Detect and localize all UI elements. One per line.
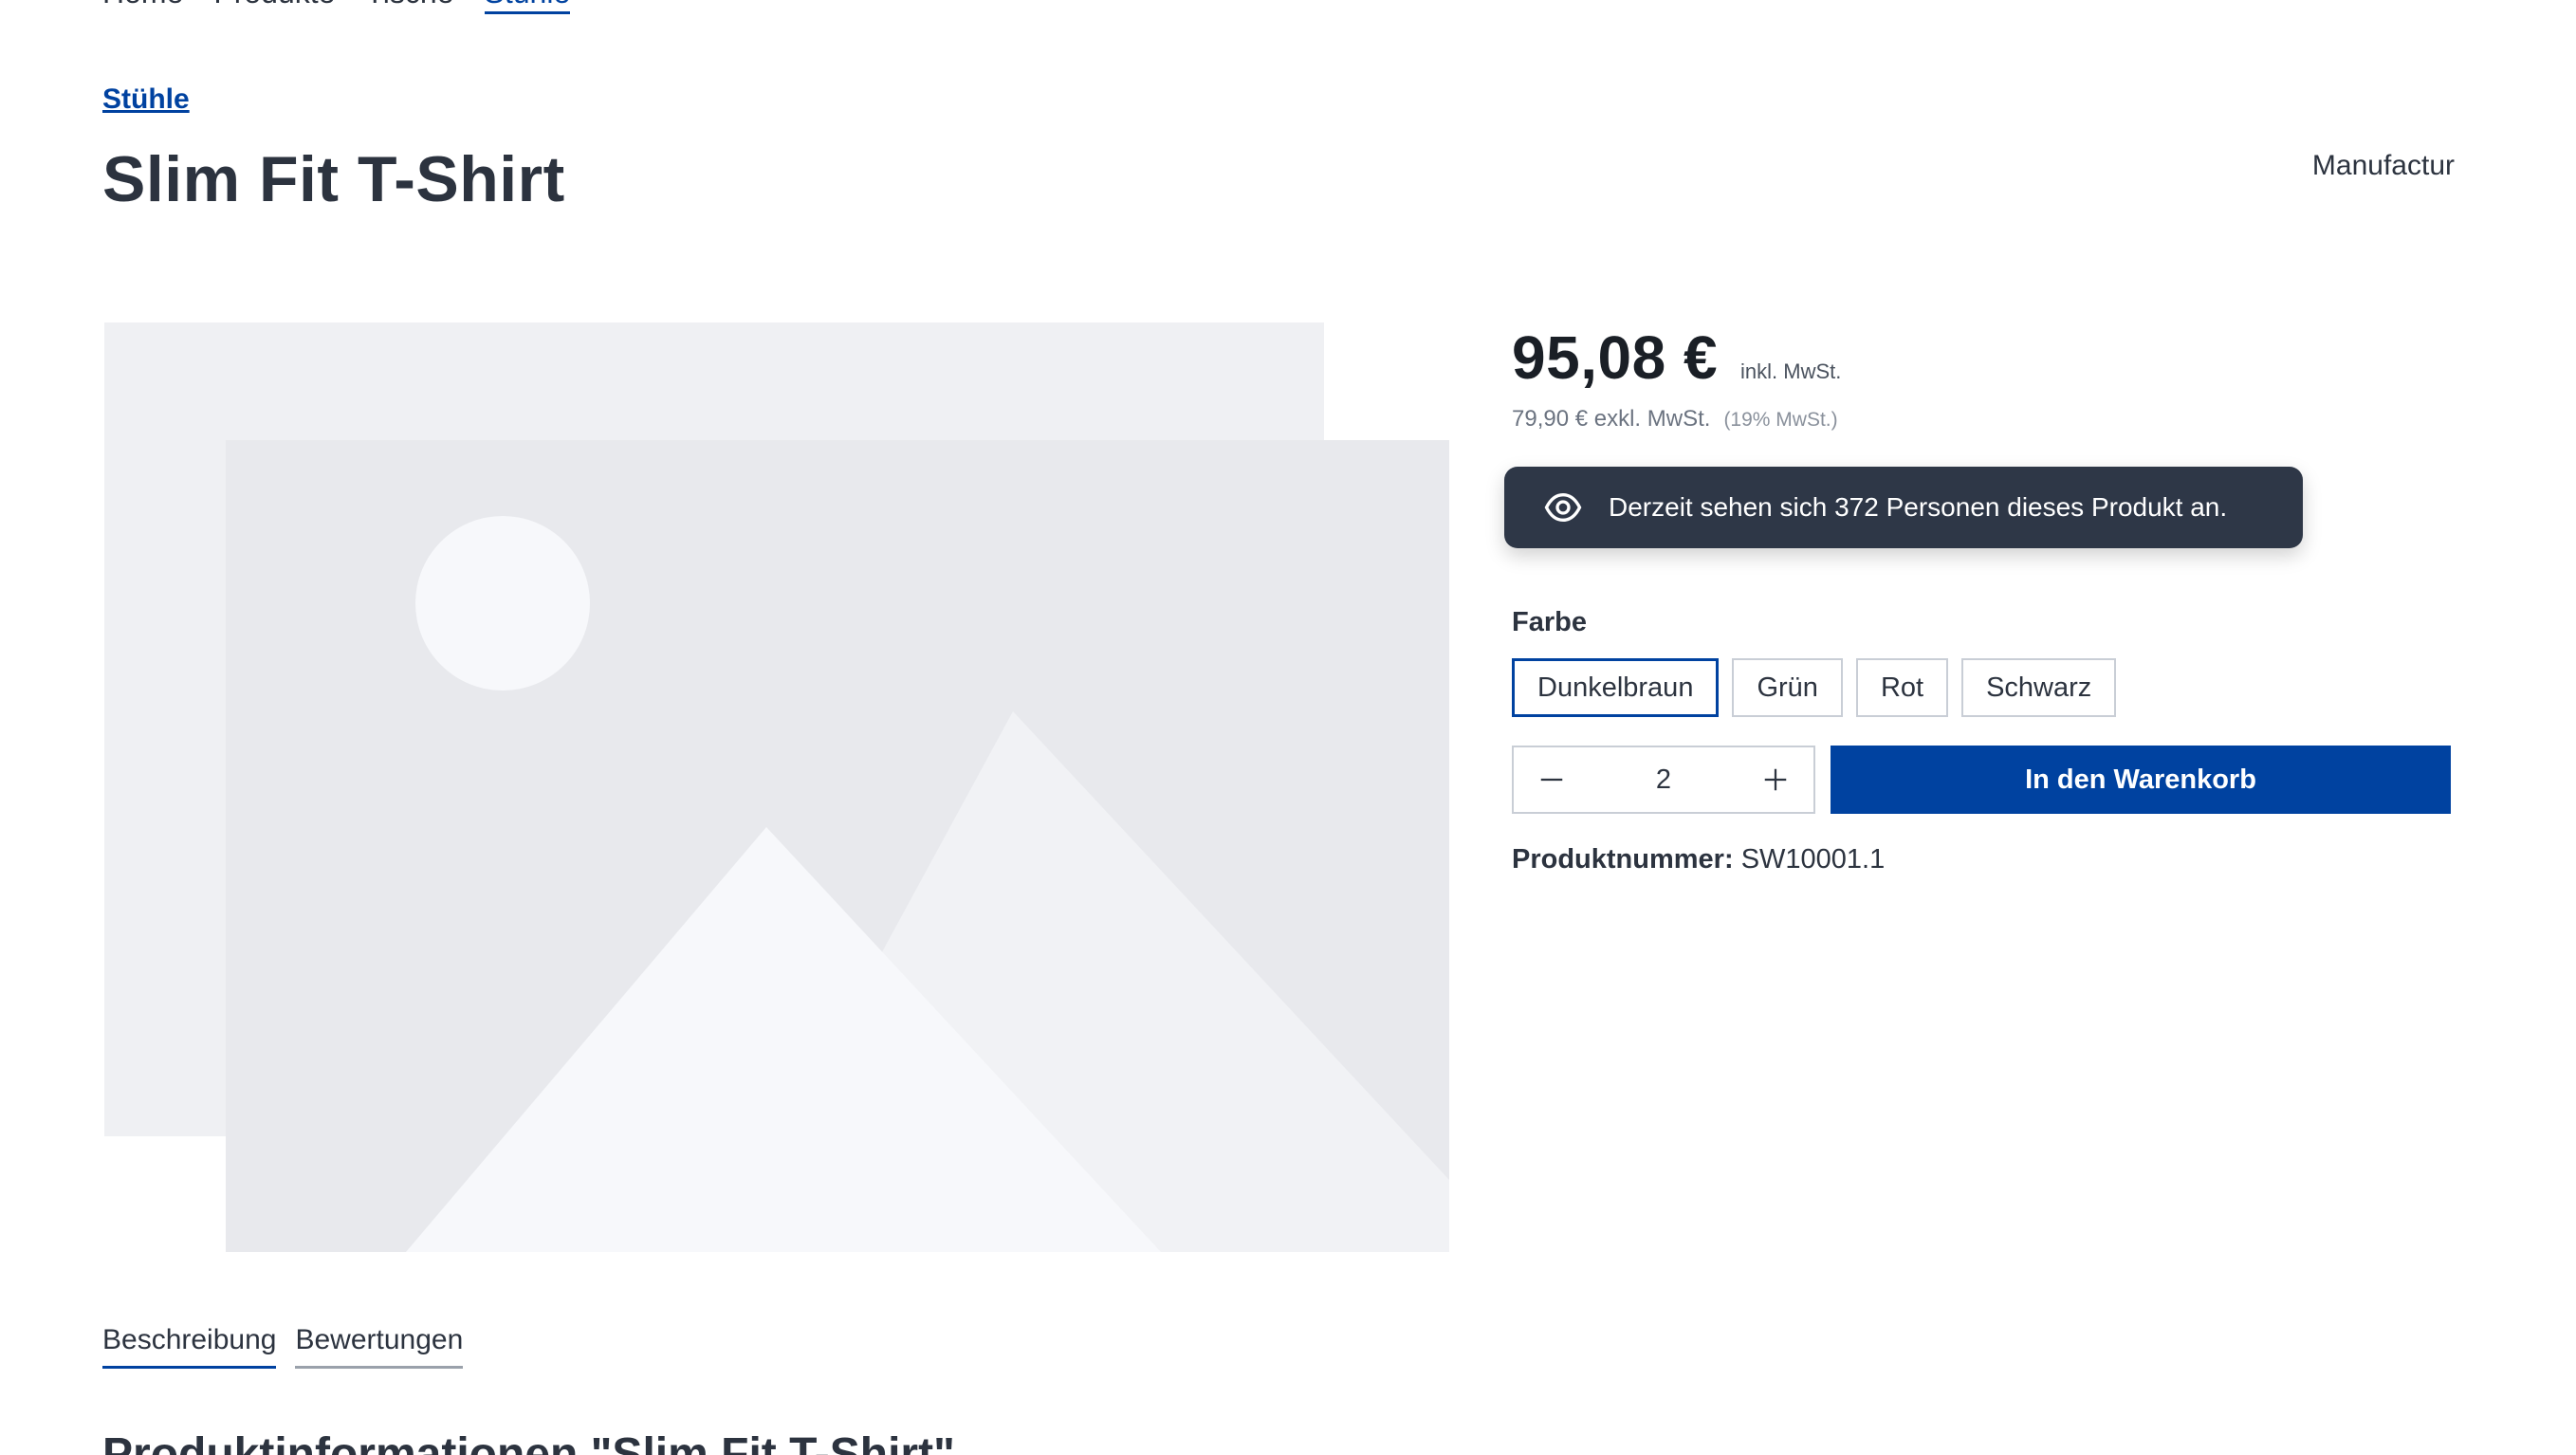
tab-beschreibung[interactable]: Beschreibung [102, 1324, 277, 1369]
vat-note: (19% MwSt.) [1723, 409, 1838, 431]
product-detail-tabs: Beschreibung Bewertungen [102, 1324, 464, 1369]
product-number-value: SW10001.1 [1740, 844, 1886, 875]
live-viewers-banner: Derzeit sehen sich 372 Personen dieses P… [1504, 467, 2303, 548]
product-title: Slim Fit T-Shirt [102, 143, 565, 215]
nav-item-produkte[interactable]: Produkte [213, 0, 335, 14]
quantity-input[interactable] [1597, 764, 1730, 796]
nav-item-home[interactable]: Home [102, 0, 183, 14]
net-price: 79,90 € exkl. MwSt. [1512, 406, 1711, 432]
variant-option-dunkelbraun[interactable]: Dunkelbraun [1512, 658, 1720, 717]
variant-option-rot[interactable]: Rot [1855, 658, 1949, 717]
nav-item-stuehle[interactable]: Stühle [484, 0, 571, 14]
top-navigation: Home Produkte Tische Stühle [102, 0, 571, 14]
manufacturer-name[interactable]: Manufactur [2312, 150, 2455, 182]
buy-box: 95,08 € inkl. MwSt. 79,90 € exkl. MwSt. … [1504, 322, 2451, 875]
net-price-row: 79,90 € exkl. MwSt. (19% MwSt.) [1512, 406, 2451, 433]
price-row: 95,08 € inkl. MwSt. [1512, 322, 2451, 393]
add-to-cart-button[interactable]: In den Warenkorb [1831, 746, 2451, 814]
quantity-stepper [1512, 746, 1815, 814]
product-info-heading: Produktinformationen "Slim Fit T-Shirt" [102, 1429, 955, 1455]
breadcrumb-category-link[interactable]: Stühle [102, 83, 190, 116]
quantity-decrease-button[interactable] [1533, 761, 1571, 799]
plus-icon [1764, 768, 1787, 791]
live-viewers-text: Derzeit sehen sich 372 Personen dieses P… [1609, 492, 2228, 522]
eye-icon [1544, 492, 1582, 523]
variant-option-gruen[interactable]: Grün [1732, 658, 1843, 717]
variant-label-farbe: Farbe [1512, 607, 1587, 637]
product-number-label: Produktnummer: [1512, 844, 1734, 875]
minus-icon [1540, 778, 1563, 782]
variant-option-schwarz[interactable]: Schwarz [1961, 658, 2117, 717]
price-incl-tax-label: inkl. MwSt. [1740, 359, 1842, 383]
tab-bewertungen[interactable]: Bewertungen [295, 1324, 464, 1369]
color-variant-options: Dunkelbraun Grün Rot Schwarz [1512, 658, 2117, 717]
image-placeholder-icon [104, 322, 1449, 1252]
product-number: Produktnummer: SW10001.1 [1512, 844, 1885, 875]
product-image-placeholder[interactable] [102, 321, 1449, 1252]
product-price: 95,08 € [1512, 323, 1719, 392]
quantity-increase-button[interactable] [1757, 761, 1794, 799]
nav-item-tische[interactable]: Tische [365, 0, 453, 14]
